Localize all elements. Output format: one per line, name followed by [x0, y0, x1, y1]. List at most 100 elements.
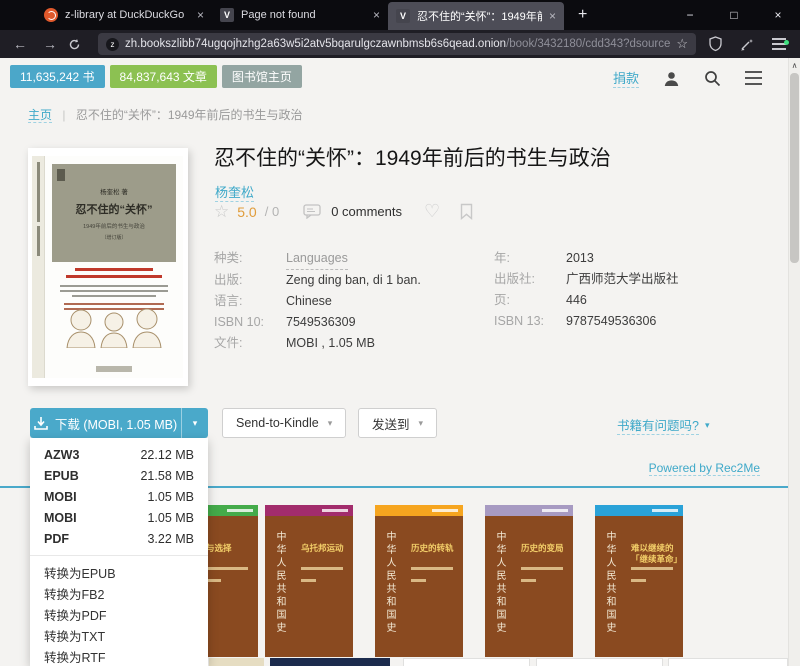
- window-close-button[interactable]: ×: [756, 0, 800, 30]
- tab-duckduckgo[interactable]: z-library at DuckDuckGo ×: [36, 0, 212, 30]
- recommended-cover[interactable]: 中华人民共和国史 乌托邦运动: [265, 505, 353, 657]
- recommended-cover-partial[interactable]: [403, 658, 530, 666]
- cover-author-line: [521, 579, 536, 582]
- cover-band: [375, 505, 463, 516]
- library-home-badge[interactable]: 图书馆主页: [222, 65, 302, 88]
- scrollbar-thumb[interactable]: [790, 73, 799, 263]
- cover-subtitle-line: [206, 567, 248, 570]
- format-size: 3.22 MB: [147, 532, 194, 546]
- window-minimize-button[interactable]: −: [668, 0, 712, 30]
- back-button[interactable]: ←: [8, 36, 32, 52]
- book-cover-image[interactable]: 杨奎松 著 忍不住的“关怀” 1949年前后的书生与政治 〔增订版〕: [28, 148, 188, 386]
- menu-item-format[interactable]: EPUB 21.58 MB: [30, 465, 208, 486]
- scroll-up-arrow[interactable]: ∧: [789, 58, 800, 70]
- detail-label: 页:: [494, 290, 566, 311]
- publisher-logo: [96, 366, 132, 372]
- url-bar[interactable]: z zh.bookszlibb74ugqojhzhg2a63w5i2atv5bq…: [98, 33, 696, 55]
- menu-item-convert[interactable]: 转换为FB2: [30, 583, 208, 604]
- url-domain: zh.bookszlibb74ugqojhzhg2a63w5i2atv5bqar…: [125, 38, 506, 50]
- forward-button[interactable]: →: [38, 36, 62, 52]
- tab-close-icon[interactable]: ×: [549, 9, 556, 23]
- detail-label: 出版社:: [494, 269, 566, 290]
- site-menu-icon[interactable]: [745, 71, 762, 86]
- detail-row: 语言: Chinese: [214, 291, 421, 312]
- cover-title: 历史的变局: [521, 543, 569, 554]
- book-details-left: 种类: Languages 出版: Zeng ding ban, di 1 ba…: [214, 248, 421, 354]
- comments-count[interactable]: 0 comments: [331, 204, 402, 219]
- profile-icon[interactable]: [663, 70, 680, 87]
- download-icon: [34, 417, 48, 430]
- cover-subtitle-line: [301, 567, 343, 570]
- recommended-cover-partial[interactable]: [668, 658, 788, 666]
- recommended-cover-partial[interactable]: [209, 658, 264, 666]
- tab-page-not-found[interactable]: V Page not found ×: [212, 0, 388, 30]
- new-identity-broom-icon[interactable]: [734, 37, 760, 52]
- chevron-down-icon: ▾: [328, 418, 333, 429]
- cover-title: 忍不住的“关怀”: [52, 201, 176, 217]
- recommended-cover[interactable]: 中华人民共和国史 历史的转轨: [375, 505, 463, 657]
- tab-title: z-library at DuckDuckGo: [65, 9, 190, 21]
- report-link[interactable]: 书籍有问题吗?: [617, 415, 699, 435]
- detail-row: 年: 2013: [494, 248, 679, 269]
- new-tab-button[interactable]: +: [564, 0, 601, 30]
- bookmark-star-icon[interactable]: ☆: [676, 36, 688, 52]
- send-to-kindle-button[interactable]: Send-to-Kindle ▾: [222, 408, 346, 438]
- tab-close-icon[interactable]: ×: [197, 8, 204, 22]
- author-link[interactable]: 杨奎松: [215, 182, 254, 202]
- download-button[interactable]: 下载 (MOBI, 1.05 MB): [30, 408, 181, 438]
- site-favicon-icon: z: [106, 38, 119, 51]
- format-name: MOBI: [44, 511, 77, 525]
- shield-icon[interactable]: [702, 36, 728, 52]
- menu-item-format[interactable]: MOBI 1.05 MB: [30, 507, 208, 528]
- browser-menu-icon[interactable]: [766, 38, 792, 50]
- page-scrollbar[interactable]: ∧: [788, 58, 800, 666]
- cover-edition: 〔增订版〕: [52, 234, 176, 241]
- menu-item-format[interactable]: AZW3 22.12 MB: [30, 444, 208, 465]
- cover-band: [595, 505, 683, 516]
- send-to-kindle-label: Send-to-Kindle: [236, 416, 319, 430]
- menu-item-format[interactable]: PDF 3.22 MB: [30, 528, 208, 549]
- menu-item-format[interactable]: MOBI 1.05 MB: [30, 486, 208, 507]
- search-icon[interactable]: [704, 70, 721, 87]
- cover-title: 与选择: [206, 543, 254, 554]
- reload-icon[interactable]: [68, 38, 92, 51]
- cover-text-line: [60, 285, 168, 287]
- window-maximize-button[interactable]: □: [712, 0, 756, 30]
- detail-label: 语言:: [214, 291, 286, 312]
- report-book-issue: 书籍有问题吗? ▾: [617, 415, 709, 435]
- comment-bubble-icon: [303, 204, 321, 219]
- zlibrary-favicon-icon: V: [396, 9, 410, 23]
- menu-item-convert[interactable]: 转换为RTF: [30, 646, 208, 666]
- detail-label: 文件:: [214, 333, 286, 354]
- menu-item-convert[interactable]: 转换为TXT: [30, 625, 208, 646]
- format-name: AZW3: [44, 448, 79, 462]
- send-to-button[interactable]: 发送到 ▾: [358, 408, 437, 438]
- download-split-button: 下载 (MOBI, 1.05 MB) ▾: [30, 408, 208, 438]
- articles-count-badge[interactable]: 84,837,643 文章: [110, 65, 217, 88]
- categories-link[interactable]: Languages: [286, 248, 348, 270]
- chevron-down-icon: ▾: [419, 418, 424, 429]
- powered-by-rec2me-link[interactable]: Powered by Rec2Me: [649, 461, 760, 476]
- recommended-cover[interactable]: 中华人民共和国史 历史的变局: [485, 505, 573, 657]
- menu-item-convert[interactable]: 转换为PDF: [30, 604, 208, 625]
- recommended-cover[interactable]: 中华人民共和国史 难以继续的「继续革命」: [595, 505, 683, 657]
- donate-link[interactable]: 捐款: [613, 68, 639, 88]
- favorite-heart-icon[interactable]: ♡: [424, 201, 440, 222]
- tab-book-page-active[interactable]: V 忍不住的“关怀”：1949年前后的 ×: [388, 2, 564, 30]
- rating-star-icon[interactable]: ☆: [214, 202, 229, 222]
- books-count-badge[interactable]: 11,635,242 书: [10, 65, 105, 88]
- series-calligraphy: 中华人民共和国史: [492, 531, 507, 651]
- menu-item-convert[interactable]: 转换为EPUB: [30, 562, 208, 583]
- breadcrumb-home-link[interactable]: 主页: [28, 108, 52, 123]
- menu-divider: [30, 555, 208, 556]
- download-options-caret[interactable]: ▾: [181, 408, 208, 438]
- tab-close-icon[interactable]: ×: [373, 8, 380, 22]
- recommended-cover-partial[interactable]: [536, 658, 663, 666]
- cover-portraits-sketch: [45, 304, 183, 348]
- rating-count: / 0: [265, 204, 279, 219]
- cover-subtitle-line: [411, 567, 453, 570]
- cover-author-line: [206, 579, 221, 582]
- save-bookmark-icon[interactable]: [460, 203, 473, 220]
- recommended-cover-partial[interactable]: [270, 658, 390, 666]
- cover-author-line: 杨奎松 著: [52, 186, 176, 196]
